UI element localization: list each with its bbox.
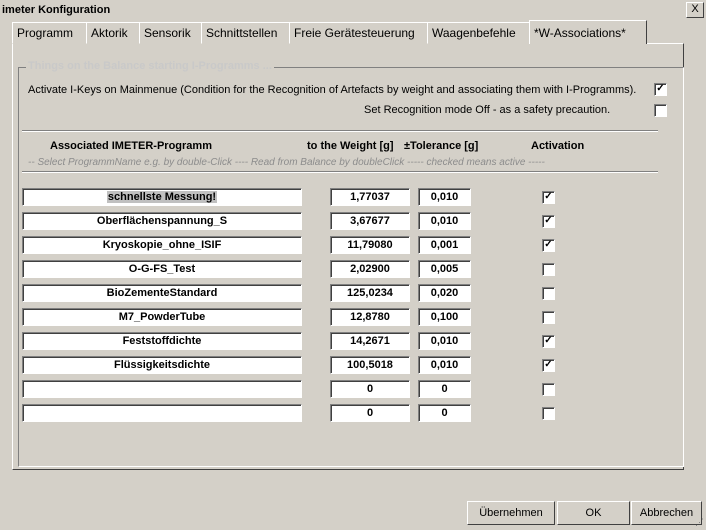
tolerance-field-text: 0 [441,407,448,419]
tolerance-field[interactable]: 0 [418,380,471,398]
weight-field-text: 3,67677 [350,215,390,227]
close-icon[interactable]: X [686,2,704,18]
activation-checkbox[interactable] [542,191,555,204]
tab-w-associations[interactable]: *W-Associations* [529,20,647,44]
program-field[interactable]: Kryoskopie_ohne_ISIF [22,236,302,254]
activation-checkbox[interactable] [542,287,555,300]
activate-ikeys-checkbox[interactable] [654,83,667,96]
weight-field-text: 2,02900 [350,263,390,275]
activation-checkbox[interactable] [542,383,555,396]
activation-checkbox[interactable] [542,239,555,252]
program-field-text: O-G-FS_Test [128,263,196,275]
program-field[interactable]: M7_PowderTube [22,308,302,326]
program-field[interactable]: schnellste Messung! [22,188,302,206]
tolerance-field[interactable]: 0 [418,404,471,422]
program-field[interactable] [22,380,302,398]
tolerance-field-text: 0,010 [430,359,459,371]
tab-aktorik[interactable]: Aktorik [86,22,141,44]
divider [22,130,658,132]
weight-field[interactable]: 12,8780 [330,308,410,326]
weight-field[interactable]: 2,02900 [330,260,410,278]
hint-text: -- Select ProgrammName e.g. by double-Cl… [28,157,545,168]
activation-checkbox[interactable] [542,407,555,420]
program-field[interactable] [22,404,302,422]
weight-field[interactable]: 0 [330,404,410,422]
header-activation: Activation [531,140,585,152]
tolerance-field-text: 0,005 [430,263,459,275]
weight-field[interactable]: 11,79080 [330,236,410,254]
tolerance-field[interactable]: 0,010 [418,212,471,230]
recognition-off-checkbox[interactable] [654,104,667,117]
activation-checkbox[interactable] [542,359,555,372]
tab-sensorik[interactable]: Sensorik [139,22,203,44]
header-tolerance: ±Tolerance [g] [404,140,479,152]
tab-waagenbefehle[interactable]: Waagenbefehle [427,22,531,44]
group-label: Things on the Balance starting I-Program… [26,60,274,72]
tolerance-field[interactable]: 0,100 [418,308,471,326]
tolerance-field[interactable]: 0,020 [418,284,471,302]
weight-field[interactable]: 125,0234 [330,284,410,302]
program-field-text: schnellste Messung! [106,191,218,203]
weight-field[interactable]: 1,77037 [330,188,410,206]
program-field-text: Oberflächenspannung_S [96,215,228,227]
tolerance-field[interactable]: 0,010 [418,188,471,206]
program-field[interactable]: BioZementeStandard [22,284,302,302]
program-field[interactable]: Flüssigkeitsdichte [22,356,302,374]
tolerance-field[interactable]: 0,001 [418,236,471,254]
activation-checkbox[interactable] [542,335,555,348]
tolerance-field-text: 0,010 [430,335,459,347]
window-title: imeter Konfiguration [2,4,111,16]
program-field-text: Feststoffdichte [122,335,202,347]
recognition-off-label: Set Recognition mode Off - as a safety p… [364,104,611,116]
cancel-button[interactable]: Abbrechen [631,501,702,525]
tolerance-field-text: 0 [441,383,448,395]
weight-field-text: 125,0234 [347,287,393,299]
title-bar: imeter Konfiguration X [0,0,706,20]
weight-field[interactable]: 3,67677 [330,212,410,230]
tolerance-field-text: 0,001 [430,239,459,251]
activation-checkbox[interactable] [542,263,555,276]
program-field-text: Flüssigkeitsdichte [114,359,210,371]
tolerance-field[interactable]: 0,005 [418,260,471,278]
tolerance-field[interactable]: 0,010 [418,356,471,374]
weight-field[interactable]: 100,5018 [330,356,410,374]
tolerance-field-text: 0,010 [430,215,459,227]
tolerance-field-text: 0,010 [430,191,459,203]
tab-freie-geraetesteuerung[interactable]: Freie Gerätesteuerung [289,22,429,44]
program-field-text: Kryoskopie_ohne_ISIF [102,239,222,251]
program-field-text: BioZementeStandard [106,287,218,299]
weight-field-text: 0 [366,407,374,419]
activate-ikeys-label: Activate I-Keys on Mainmenue (Condition … [28,84,637,96]
program-field[interactable]: Oberflächenspannung_S [22,212,302,230]
weight-field-text: 1,77037 [350,191,390,203]
header-program: Associated IMETER-Programm [50,140,212,152]
weight-field-text: 11,79080 [347,239,393,251]
resize-grip-icon[interactable]: ⋰ [695,517,704,528]
weight-field-text: 0 [366,383,374,395]
weight-field-text: 100,5018 [347,359,393,371]
tolerance-field-text: 0,020 [430,287,459,299]
program-field[interactable]: O-G-FS_Test [22,260,302,278]
weight-field-text: 14,2671 [350,335,390,347]
tolerance-field[interactable]: 0,010 [418,332,471,350]
ok-button[interactable]: OK [557,501,630,525]
divider [22,171,658,173]
program-field-text: M7_PowderTube [118,311,206,323]
header-weight: to the Weight [g] [307,140,394,152]
tab-schnittstellen[interactable]: Schnittstellen [201,22,291,44]
activation-checkbox[interactable] [542,215,555,228]
activation-checkbox[interactable] [542,311,555,324]
weight-field[interactable]: 14,2671 [330,332,410,350]
tolerance-field-text: 0,100 [430,311,459,323]
weight-field-text: 12,8780 [350,311,390,323]
program-field[interactable]: Feststoffdichte [22,332,302,350]
tab-programm[interactable]: Programm [12,22,88,44]
weight-field[interactable]: 0 [330,380,410,398]
apply-button[interactable]: Übernehmen [467,501,555,525]
